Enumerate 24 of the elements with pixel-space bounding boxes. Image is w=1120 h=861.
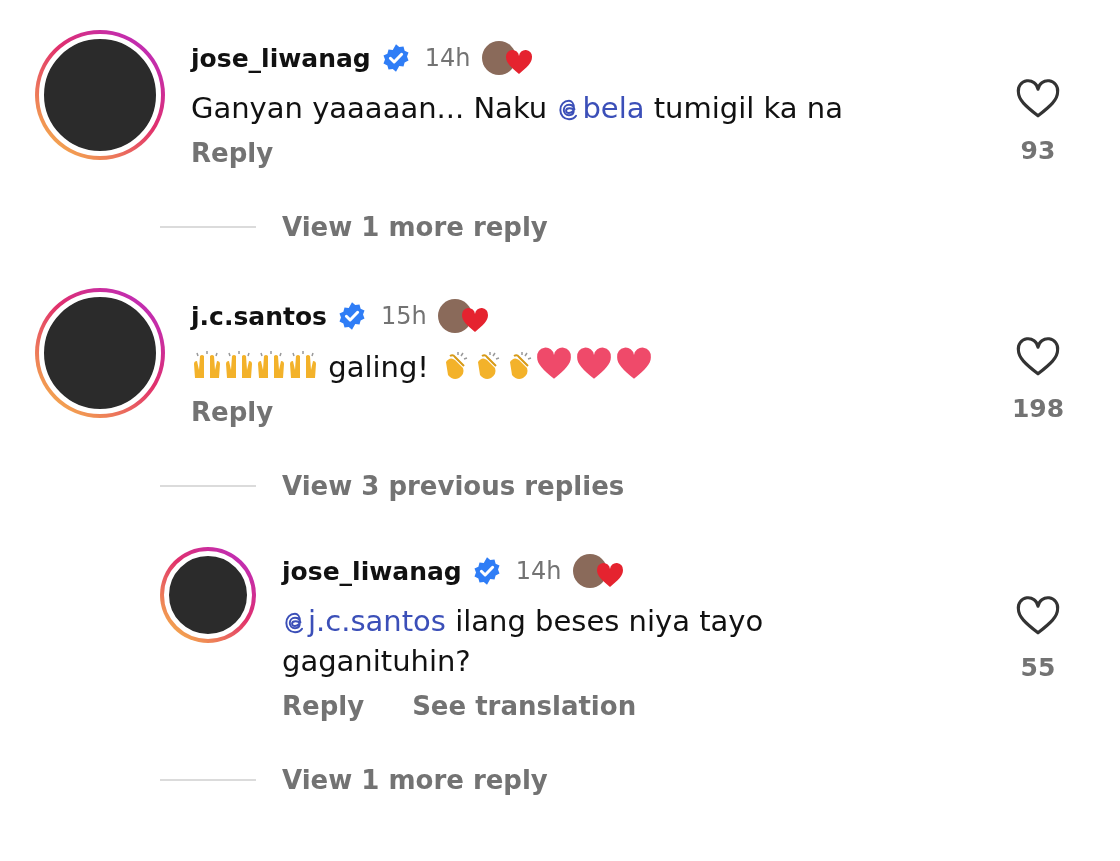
comment-text: j.c.santos ilang beses niya tayo gaganituhin? [282, 603, 765, 680]
action-link[interactable]: See translation [412, 691, 637, 721]
mention-link[interactable]: j.c.santos [282, 604, 446, 638]
like-count: 198 [1011, 394, 1065, 423]
action-link[interactable]: Reply [282, 691, 365, 721]
view-replies-link[interactable]: View 3 previous replies [282, 471, 625, 501]
username[interactable]: jose_liwanag [191, 43, 371, 73]
timestamp: 15h [380, 302, 427, 330]
like-heart-icon[interactable] [1015, 595, 1061, 637]
mention-link[interactable]: bela [556, 91, 645, 125]
view-replies-link[interactable]: View 1 more reply [282, 212, 548, 242]
action-link[interactable]: Reply [191, 397, 274, 427]
action-link[interactable]: Reply [191, 138, 274, 168]
like-heart-icon[interactable] [1015, 336, 1061, 378]
username[interactable]: j.c.santos [191, 301, 327, 331]
comment-text: galing! [191, 346, 851, 387]
username[interactable]: jose_liwanag [282, 556, 462, 586]
timestamp: 14h [424, 44, 471, 72]
like-count: 93 [1020, 136, 1056, 165]
like-heart-icon[interactable] [1015, 78, 1061, 120]
comment-text: Ganyan yaaaaan... Naku bela tumigil ka na [191, 90, 844, 127]
view-replies-link[interactable]: View 1 more reply [282, 765, 548, 795]
like-count: 55 [1020, 653, 1056, 682]
timestamp: 14h [515, 557, 562, 585]
